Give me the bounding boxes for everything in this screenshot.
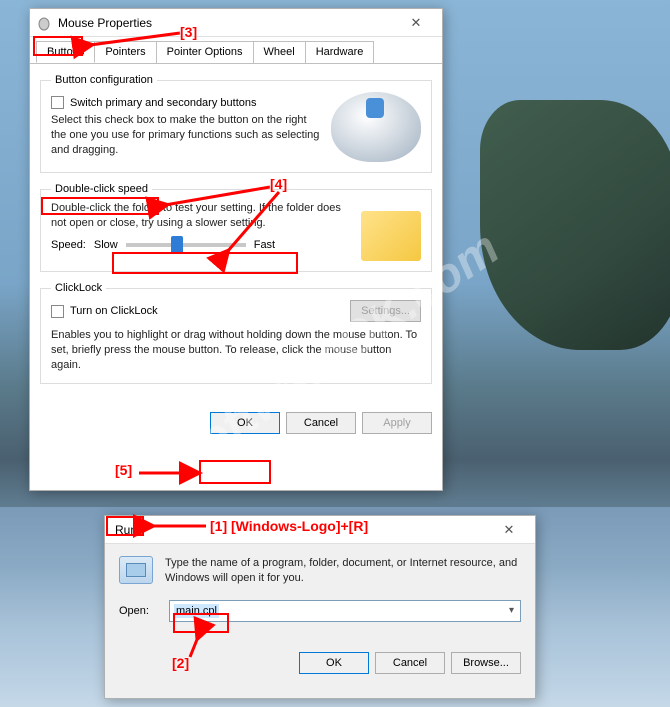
run-button-row: OK Cancel Browse...	[105, 648, 535, 684]
run-dialog: Run ✕ Type the name of a program, folder…	[104, 515, 536, 699]
clicklock-label: Turn on ClickLock	[70, 305, 158, 317]
background-mountain	[480, 100, 670, 350]
annotation-label-1: [1] [Windows-Logo]+[R]	[210, 518, 368, 534]
annotation-label-2: [2]	[172, 655, 189, 671]
run-desc: Type the name of a program, folder, docu…	[165, 556, 521, 586]
annotation-arrow-5	[137, 466, 205, 483]
open-label: Open:	[119, 605, 159, 617]
slow-label: Slow	[94, 239, 118, 251]
open-input[interactable]: main.cpl ▾	[169, 600, 521, 622]
tab-wheel[interactable]: Wheel	[254, 41, 306, 63]
speed-label: Speed:	[51, 239, 86, 251]
annotation-label-4: [4]	[270, 176, 287, 192]
clicklock-settings-button: Settings...	[350, 300, 421, 322]
button-config-legend: Button configuration	[51, 74, 157, 86]
mouse-dialog-title: Mouse Properties	[58, 16, 396, 30]
run-browse-button[interactable]: Browse...	[451, 652, 521, 674]
close-icon[interactable]: ✕	[396, 15, 436, 31]
annotation-label-3: [3]	[180, 24, 197, 40]
clicklock-legend: ClickLock	[51, 282, 106, 294]
ok-button[interactable]: OK	[210, 412, 280, 434]
mouse-illustration	[331, 92, 421, 162]
button-config-group: Button configuration Switch primary and …	[40, 74, 432, 173]
run-ok-button[interactable]: OK	[299, 652, 369, 674]
annotation-arrow-3	[85, 29, 185, 52]
slider-thumb[interactable]	[171, 236, 183, 254]
double-click-legend: Double-click speed	[51, 183, 152, 195]
switch-buttons-checkbox[interactable]	[51, 96, 64, 109]
clicklock-checkbox[interactable]	[51, 305, 64, 318]
annotation-arrow-4b	[219, 190, 289, 263]
clicklock-desc: Enables you to highlight or drag without…	[51, 328, 421, 373]
switch-buttons-label: Switch primary and secondary buttons	[70, 97, 256, 109]
clicklock-group: ClickLock Turn on ClickLock Settings... …	[40, 282, 432, 384]
run-icon	[119, 556, 153, 584]
apply-button: Apply	[362, 412, 432, 434]
annotation-arrow-1	[146, 519, 216, 536]
chevron-down-icon[interactable]: ▾	[509, 605, 514, 616]
button-config-desc: Select this check box to make the button…	[51, 113, 321, 158]
mouse-icon	[36, 15, 52, 31]
test-folder-icon[interactable]	[361, 211, 421, 261]
annotation-label-5: [5]	[115, 462, 132, 478]
cancel-button[interactable]: Cancel	[286, 412, 356, 434]
open-input-value: main.cpl	[174, 604, 219, 618]
dialog-button-row: OK Cancel Apply	[30, 404, 442, 442]
tab-hardware[interactable]: Hardware	[306, 41, 375, 63]
close-icon[interactable]: ✕	[489, 522, 529, 538]
run-cancel-button[interactable]: Cancel	[375, 652, 445, 674]
